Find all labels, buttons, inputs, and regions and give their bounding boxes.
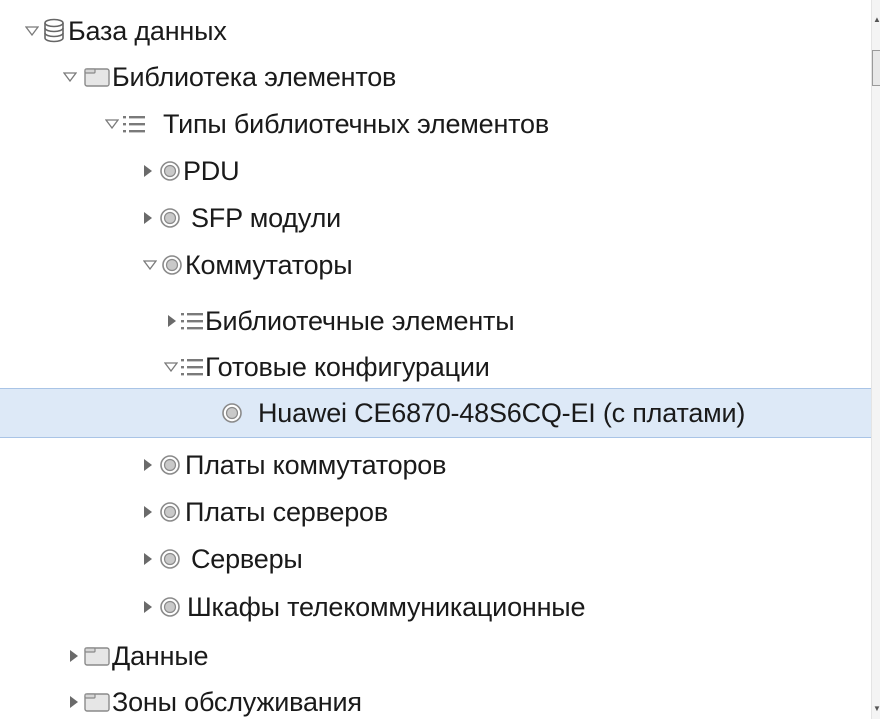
collapse-toggle-icon[interactable] <box>140 551 156 567</box>
circle-icon <box>158 206 182 230</box>
tree-node-telecom-cabinets[interactable]: Шкафы телекоммуникационные <box>0 583 872 631</box>
tree-node-library-element-types[interactable]: Типы библиотечных элементов <box>0 100 872 148</box>
tree-node-pdu[interactable]: PDU <box>0 147 872 195</box>
tree-node-ready-configurations[interactable]: Готовые конфигурации <box>0 343 872 391</box>
collapse-toggle-icon[interactable] <box>66 694 82 710</box>
circle-icon <box>158 159 182 183</box>
tree-node-label: Зоны обслуживания <box>112 686 362 717</box>
tree-node-element-library[interactable]: Библиотека элементов <box>0 53 872 101</box>
tree-node-label: База данных <box>68 15 227 46</box>
collapse-toggle-icon[interactable] <box>140 210 156 226</box>
folder-icon <box>84 65 110 89</box>
tree-node-database[interactable]: База данных <box>0 7 872 55</box>
tree-node-switch-boards[interactable]: Платы коммутаторов <box>0 441 872 489</box>
list-icon <box>180 309 204 333</box>
list-icon <box>122 112 146 136</box>
collapse-toggle-icon[interactable] <box>140 457 156 473</box>
tree-node-servers[interactable]: Серверы <box>0 535 872 583</box>
tree-node-huawei-ce6870[interactable]: Huawei CE6870-48S6CQ-EI (с платами) <box>0 388 872 438</box>
tree-node-label: Готовые конфигурации <box>205 351 490 382</box>
collapse-toggle-icon[interactable] <box>140 163 156 179</box>
folder-icon <box>84 644 110 668</box>
tree-node-label: Библиотека элементов <box>112 61 397 92</box>
tree-node-sfp-modules[interactable]: SFP модули <box>0 194 872 242</box>
circle-icon <box>158 453 182 477</box>
tree-node-label: Huawei CE6870-48S6CQ-EI (с платами) <box>258 397 746 428</box>
vertical-scrollbar[interactable]: ▲ ▼ <box>871 0 880 719</box>
tree-node-server-boards[interactable]: Платы серверов <box>0 488 872 536</box>
expand-toggle-icon[interactable] <box>104 116 120 132</box>
tree-node-data[interactable]: Данные <box>0 632 872 680</box>
expand-toggle-icon[interactable] <box>142 257 158 273</box>
list-icon <box>180 355 204 379</box>
folder-icon <box>84 690 110 714</box>
circle-icon <box>158 595 182 619</box>
expand-toggle-icon[interactable] <box>62 69 78 85</box>
collapse-toggle-icon[interactable] <box>140 504 156 520</box>
collapse-toggle-icon[interactable] <box>140 599 156 615</box>
tree-node-label: Данные <box>112 640 209 671</box>
tree-node-label: Платы коммутаторов <box>185 449 447 480</box>
tree-node-label: Платы серверов <box>185 496 389 527</box>
tree-node-label: Коммутаторы <box>185 249 353 280</box>
tree-node-label: Типы библиотечных элементов <box>163 108 550 139</box>
tree-node-library-elements[interactable]: Библиотечные элементы <box>0 297 872 345</box>
scrollbar-thumb[interactable] <box>872 50 880 86</box>
tree-node-label: Библиотечные элементы <box>205 305 515 336</box>
circle-icon <box>220 401 244 425</box>
database-icon <box>42 18 66 43</box>
tree-node-label: Шкафы телекоммуникационные <box>187 591 586 622</box>
tree-node-label: PDU <box>183 155 240 186</box>
scroll-down-arrow-icon[interactable]: ▼ <box>873 705 880 713</box>
circle-icon <box>158 547 182 571</box>
scroll-up-arrow-icon[interactable]: ▲ <box>873 16 880 24</box>
tree-node-label: Серверы <box>191 543 303 574</box>
tree-node-switches[interactable]: Коммутаторы <box>0 241 872 289</box>
tree-node-label: SFP модули <box>191 202 342 233</box>
collapse-toggle-icon[interactable] <box>66 648 82 664</box>
tree-view[interactable]: База данных Библиотека элементов Типы би… <box>0 0 872 719</box>
collapse-toggle-icon[interactable] <box>164 313 180 329</box>
circle-icon <box>160 253 184 277</box>
expand-toggle-icon[interactable] <box>24 23 40 39</box>
expand-toggle-icon[interactable] <box>163 359 179 375</box>
circle-icon <box>158 500 182 524</box>
